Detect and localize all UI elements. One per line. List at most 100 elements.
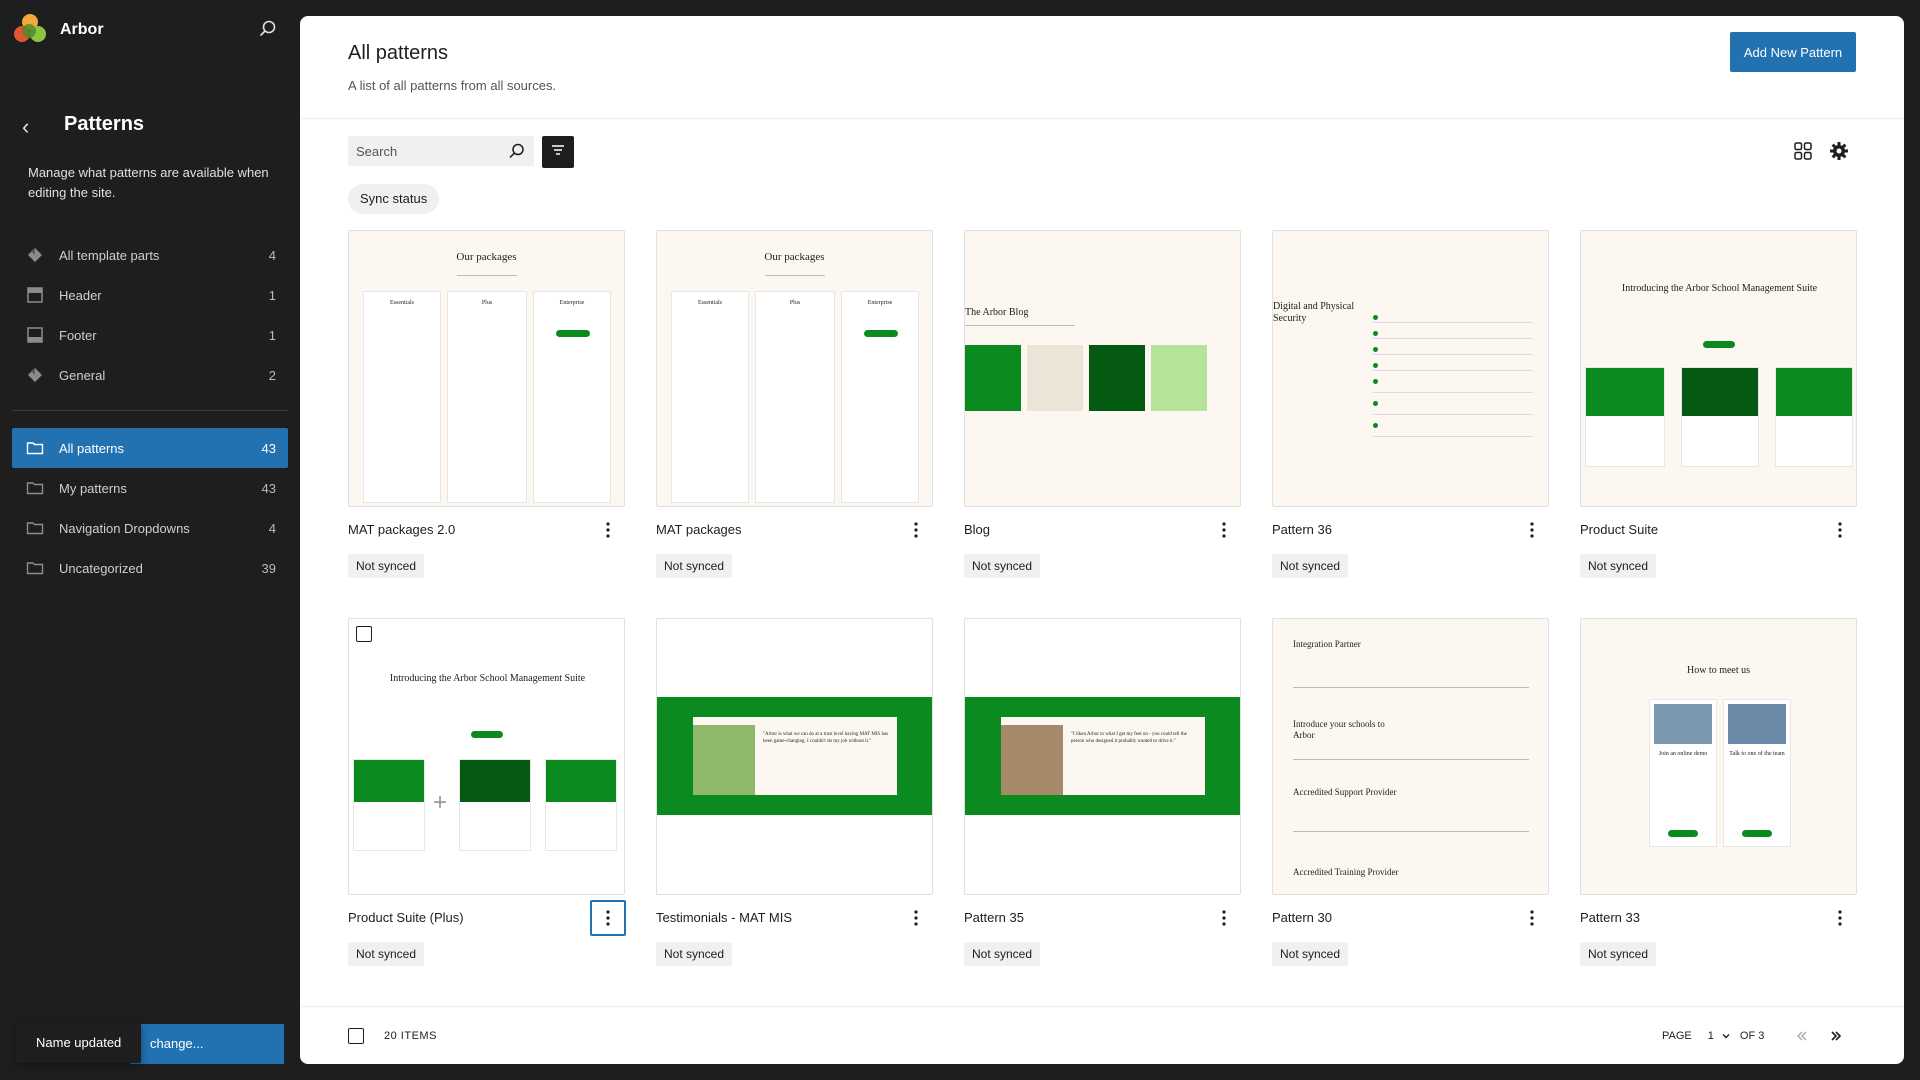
preview-column: Enterprise (841, 291, 919, 503)
sidebar-item-header[interactable]: Header 1 (12, 275, 288, 315)
sync-status-badge: Not synced (964, 554, 1041, 578)
pattern-title[interactable]: Testimonials - MAT MIS (656, 910, 792, 925)
search-box (348, 136, 534, 166)
preview-column: Plus (447, 291, 527, 503)
chevron-down-icon (1722, 1034, 1730, 1039)
sidebar-item-all-template-parts[interactable]: All template parts 4 (12, 235, 288, 275)
actions-menu-button[interactable] (1822, 512, 1858, 548)
save-changes-button[interactable]: change... (130, 1024, 284, 1064)
pattern-preview[interactable]: Integration Partner Introduce your schoo… (1272, 618, 1549, 895)
sidebar-item-uncategorized[interactable]: Uncategorized 39 (12, 548, 288, 588)
pattern-card: Our packages Essentials Plus Enterprise … (656, 230, 933, 600)
preview-product (1585, 367, 1665, 467)
more-vertical-icon (1222, 522, 1226, 538)
select-all-checkbox[interactable] (348, 1028, 364, 1044)
sidebar-item-label: Navigation Dropdowns (59, 520, 190, 536)
plus-icon: + (433, 789, 448, 816)
sidebar-item-count: 39 (261, 560, 276, 576)
snackbar-notice[interactable]: Name updated (16, 1023, 142, 1063)
sidebar-item-all-patterns[interactable]: All patterns 43 (12, 428, 288, 468)
footer-divider (300, 1006, 1904, 1007)
sidebar-item-count: 2 (268, 367, 276, 383)
preview-button (1703, 341, 1735, 348)
back-button[interactable]: ‹ (22, 116, 42, 138)
pattern-title[interactable]: Blog (964, 522, 990, 537)
diamond-icon (24, 364, 46, 386)
preview-line (1293, 687, 1529, 688)
next-page-icon[interactable] (1824, 1024, 1848, 1048)
preview-title: Digital and Physical Security (1273, 301, 1355, 324)
pattern-preview[interactable]: Introducing the Arbor School Management … (1580, 230, 1857, 507)
filter-button[interactable] (542, 136, 574, 168)
actions-menu-button[interactable] (898, 512, 934, 548)
sidebar-item-count: 1 (268, 327, 276, 343)
actions-menu-button[interactable] (1206, 900, 1242, 936)
page-label: PAGE (1662, 1030, 1692, 1042)
pattern-title[interactable]: MAT packages (656, 522, 742, 537)
more-vertical-icon (606, 910, 610, 926)
actions-menu-button[interactable] (590, 900, 626, 936)
avatar (693, 725, 755, 795)
preview-column: Plus (755, 291, 835, 503)
preview-line (965, 325, 1075, 326)
sync-status-filter[interactable]: Sync status (348, 184, 440, 214)
pattern-title[interactable]: Pattern 36 (1272, 522, 1332, 537)
actions-menu-button[interactable] (1514, 512, 1550, 548)
pattern-preview[interactable]: "I liken Arbor to what I get my feet on … (964, 618, 1241, 895)
previous-page-icon[interactable] (1790, 1024, 1814, 1048)
preview-quote-card: "I liken Arbor to what I get my feet on … (1001, 717, 1205, 795)
folder-icon (24, 557, 46, 579)
pattern-title[interactable]: MAT packages 2.0 (348, 522, 455, 537)
sidebar-item-footer[interactable]: Footer 1 (12, 315, 288, 355)
pattern-preview[interactable]: Our packages Essentials Plus Enterprise (348, 230, 625, 507)
preview-heading: Introduce your schools to Arbor (1293, 719, 1385, 740)
preview-tile (1089, 345, 1145, 411)
sync-status-badge: Not synced (1272, 942, 1349, 966)
pattern-preview[interactable]: The Arbor Blog (964, 230, 1241, 507)
preview-line (457, 275, 517, 276)
pattern-preview[interactable]: Digital and Physical Security (1272, 230, 1549, 507)
actions-menu-button[interactable] (1206, 512, 1242, 548)
more-vertical-icon (1222, 910, 1226, 926)
more-vertical-icon (1838, 522, 1842, 538)
site-brand[interactable]: Arbor (14, 14, 104, 46)
sync-status-badge: Not synced (348, 942, 425, 966)
folder-icon (24, 477, 46, 499)
actions-menu-button[interactable] (898, 900, 934, 936)
pattern-title[interactable]: Product Suite (1580, 522, 1658, 537)
preview-col-title: Essentials (390, 300, 414, 306)
pattern-preview[interactable]: Our packages Essentials Plus Enterprise (656, 230, 933, 507)
folder-icon (24, 517, 46, 539)
gear-icon[interactable] (1828, 140, 1850, 162)
actions-menu-button[interactable] (1822, 900, 1858, 936)
page-subtitle: A list of all patterns from all sources. (348, 78, 557, 93)
sidebar-item-general[interactable]: General 2 (12, 355, 288, 395)
search-input[interactable] (348, 136, 498, 166)
pattern-title[interactable]: Pattern 33 (1580, 910, 1640, 925)
grid-layout-icon[interactable] (1792, 140, 1814, 162)
search-icon[interactable] (258, 19, 278, 39)
more-vertical-icon (914, 910, 918, 926)
pattern-card: "I liken Arbor to what I get my feet on … (964, 618, 1241, 988)
pattern-title[interactable]: Pattern 35 (964, 910, 1024, 925)
main-content: All patterns A list of all patterns from… (300, 16, 1904, 1064)
pattern-title[interactable]: Product Suite (Plus) (348, 910, 464, 925)
sidebar-item-my-patterns[interactable]: My patterns 43 (12, 468, 288, 508)
site-name: Arbor (60, 21, 104, 38)
select-checkbox[interactable] (356, 626, 372, 642)
pattern-preview[interactable]: "Arbor is what we can do at a trust leve… (656, 618, 933, 895)
sidebar-item-navigation-dropdowns[interactable]: Navigation Dropdowns 4 (12, 508, 288, 548)
preview-quote-card: "Arbor is what we can do at a trust leve… (693, 717, 897, 795)
add-new-pattern-button[interactable]: Add New Pattern (1730, 32, 1856, 72)
pattern-title[interactable]: Pattern 30 (1272, 910, 1332, 925)
actions-menu-button[interactable] (590, 512, 626, 548)
page-number: 1 (1707, 1030, 1714, 1042)
sync-status-badge: Not synced (348, 554, 425, 578)
sidebar-item-label: All template parts (59, 247, 160, 263)
actions-menu-button[interactable] (1514, 900, 1550, 936)
page-select[interactable]: 1 (1708, 1030, 1732, 1042)
pattern-preview[interactable]: Introducing the Arbor School Management … (348, 618, 625, 895)
search-icon (508, 142, 526, 160)
sidebar-item-label: General (59, 367, 106, 383)
pattern-preview[interactable]: How to meet us Join an online demo Talk … (1580, 618, 1857, 895)
